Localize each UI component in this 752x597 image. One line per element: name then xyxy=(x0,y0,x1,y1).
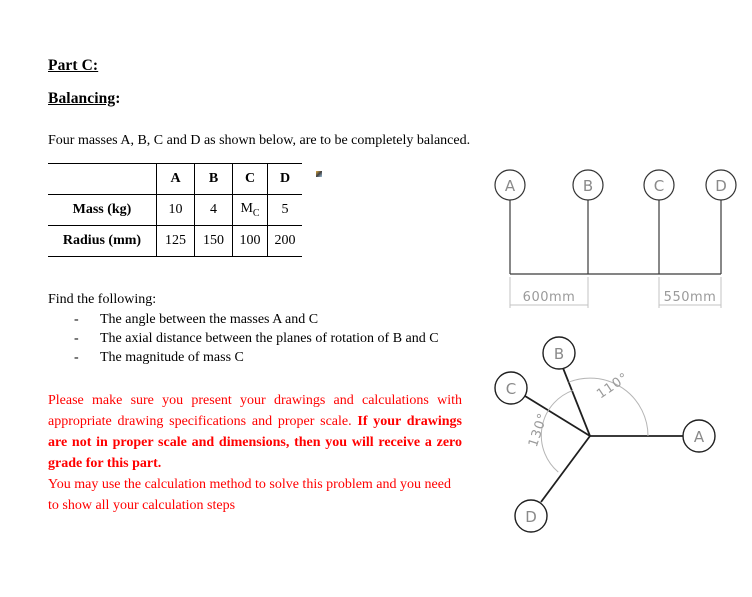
table-header-b: B xyxy=(194,163,233,195)
cell-mass-c-base: M xyxy=(240,201,253,217)
balloon-d-label: D xyxy=(525,508,537,526)
mass-data-table: A B C D Mass (kg) 10 4 MC 5 Radius (mm) … xyxy=(48,163,302,257)
document-page: Part C: Balancing: Four masses A, B, C a… xyxy=(0,0,752,597)
table-header-a: A xyxy=(156,163,195,195)
dimension-550mm: 550mm xyxy=(658,277,722,308)
dimension-label-550mm: 550mm xyxy=(664,290,717,305)
red-notice-paragraph-2: You may use the calculation method to so… xyxy=(48,477,451,513)
table-corner-cell xyxy=(48,163,157,195)
cell-radius-b: 150 xyxy=(194,225,233,257)
table-header-d: D xyxy=(267,163,302,195)
red-notice-paragraph: Please make sure you present your drawin… xyxy=(48,390,462,474)
balloon-b-label: B xyxy=(554,345,564,363)
balancing-heading-text: Balancing xyxy=(48,90,116,107)
find-the-following-label: Find the following: xyxy=(48,292,157,307)
table-header-row: A B C D xyxy=(48,163,302,195)
stray-ink-mark xyxy=(316,171,322,177)
cell-mass-c: MC xyxy=(232,194,268,226)
question-list: The angle between the masses A and C The… xyxy=(48,310,439,367)
cell-mass-c-subscript: C xyxy=(252,207,260,219)
table-header-c: C xyxy=(232,163,268,195)
cell-mass-a: 10 xyxy=(156,194,195,226)
list-item: The magnitude of mass C xyxy=(48,348,439,367)
cell-mass-b: 4 xyxy=(194,194,233,226)
balancing-heading: Balancing: xyxy=(48,90,121,108)
list-item: The axial distance between the planes of… xyxy=(48,329,439,348)
balloon-d-label: D xyxy=(715,177,727,195)
balloon-c-label: C xyxy=(654,177,664,195)
balloon-c-label: C xyxy=(506,380,516,398)
angle-label-110: 110° xyxy=(594,370,632,402)
balancing-heading-colon: : xyxy=(115,90,121,107)
cell-radius-d: 200 xyxy=(267,225,302,257)
part-c-heading-text: Part C: xyxy=(48,57,99,74)
cell-radius-a: 125 xyxy=(156,225,195,257)
angle-arc-110: 110° xyxy=(568,370,649,437)
balloon-a-label: A xyxy=(505,177,516,195)
row-label-mass: Mass (kg) xyxy=(48,194,157,226)
intro-paragraph: Four masses A, B, C and D as shown below… xyxy=(48,133,471,148)
cell-mass-d: 5 xyxy=(267,194,302,226)
table-row: Radius (mm) 125 150 100 200 xyxy=(48,225,302,257)
dimension-label-600mm: 600mm xyxy=(523,290,576,305)
angle-label-130: 130° xyxy=(526,411,551,449)
part-c-heading: Part C: xyxy=(48,57,98,75)
angle-arc-130: 130° xyxy=(526,389,574,473)
table-row: Mass (kg) 10 4 MC 5 xyxy=(48,194,302,226)
dimension-600mm: 600mm xyxy=(509,277,589,308)
vector-line-d xyxy=(540,435,591,503)
cell-radius-c: 100 xyxy=(232,225,268,257)
balloon-b-label: B xyxy=(583,177,593,195)
axial-plane-diagram: A B C D 600mm 550mm xyxy=(494,169,737,308)
list-item: The angle between the masses A and C xyxy=(48,310,439,329)
balloon-a-label: A xyxy=(694,428,705,446)
polar-vector-diagram: 110° 130° A B C D xyxy=(494,336,716,533)
row-label-radius: Radius (mm) xyxy=(48,225,157,257)
